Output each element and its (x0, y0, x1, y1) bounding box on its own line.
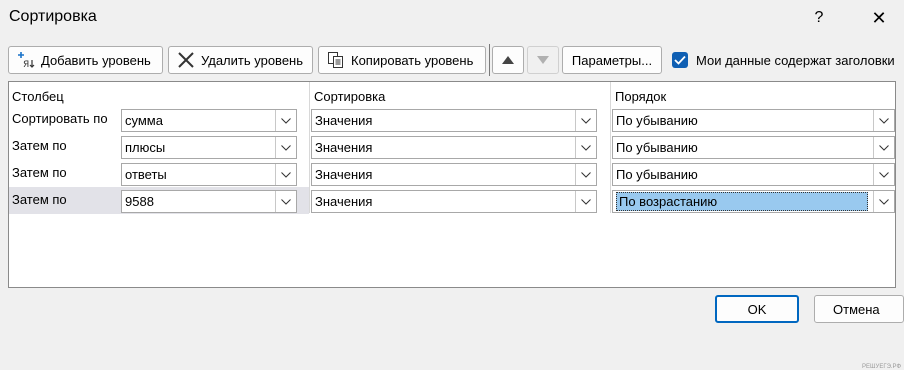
grid-divider (309, 82, 310, 213)
help-button[interactable]: ? (796, 0, 842, 36)
chevron-down-icon (275, 191, 296, 212)
order-select[interactable]: По убыванию (612, 163, 895, 186)
sort-on-select[interactable]: Значения (311, 163, 597, 186)
close-button[interactable]: ✕ (856, 0, 902, 36)
row-label: Затем по (12, 165, 67, 180)
svg-text:Я: Я (23, 60, 29, 69)
delete-level-button[interactable]: Удалить уровень (168, 46, 313, 74)
column-select-value: 9588 (125, 194, 154, 209)
column-select[interactable]: 9588 (121, 190, 297, 213)
order-select[interactable]: По убыванию (612, 136, 895, 159)
sort-on-value: Значения (315, 140, 373, 155)
arrow-up-icon (499, 51, 517, 69)
copy-level-button[interactable]: Копировать уровень (318, 46, 486, 74)
order-header: Порядок (615, 89, 667, 104)
column-select-value: плюсы (125, 140, 166, 155)
sort-on-value: Значения (315, 194, 373, 209)
move-up-button[interactable] (492, 46, 524, 74)
chevron-down-icon (575, 137, 596, 158)
sort-on-select[interactable]: Значения (311, 136, 597, 159)
headers-checkbox[interactable] (672, 52, 688, 68)
ok-button[interactable]: OK (715, 295, 799, 323)
column-select[interactable]: ответы (121, 163, 297, 186)
window-title: Сортировка (9, 8, 97, 25)
add-level-icon: Я (17, 51, 35, 69)
checkmark-icon (674, 55, 686, 65)
delete-level-label: Удалить уровень (201, 52, 304, 68)
title-bar: Сортировка ? ✕ (0, 0, 904, 36)
column-header: Столбец (12, 89, 64, 104)
chevron-down-icon (873, 137, 894, 158)
sort-on-select[interactable]: Значения (311, 109, 597, 132)
row-label: Затем по (12, 192, 67, 207)
options-button[interactable]: Параметры... (562, 46, 662, 74)
copy-level-label: Копировать уровень (351, 52, 474, 68)
watermark: РЕШУЕГЭ.РФ (862, 364, 902, 370)
sort-levels-grid: Столбец Сортировка Порядок Сортировать п… (8, 81, 901, 370)
column-select[interactable]: плюсы (121, 136, 297, 159)
chevron-down-icon (575, 164, 596, 185)
chevron-down-icon (575, 110, 596, 131)
sort-on-select[interactable]: Значения (311, 190, 597, 213)
column-select[interactable]: сумма (121, 109, 297, 132)
order-value: По убыванию (616, 140, 698, 155)
arrow-down-icon (534, 51, 552, 69)
sort-on-value: Значения (315, 167, 373, 182)
delete-icon (177, 51, 195, 69)
grid-divider (610, 82, 611, 213)
chevron-down-icon (275, 164, 296, 185)
chevron-down-icon (275, 137, 296, 158)
cancel-button[interactable]: Отмена (814, 295, 904, 323)
copy-icon (327, 51, 345, 69)
add-level-button[interactable]: Я Добавить уровень (8, 46, 163, 74)
move-down-button[interactable] (527, 46, 559, 74)
column-select-value: сумма (125, 113, 163, 128)
chevron-down-icon (873, 191, 894, 212)
column-select-value: ответы (125, 167, 167, 182)
order-select[interactable]: По убыванию (612, 109, 895, 132)
chevron-down-icon (873, 110, 894, 131)
toolbar-separator (489, 44, 490, 76)
add-level-label: Добавить уровень (41, 52, 151, 68)
chevron-down-icon (873, 164, 894, 185)
order-value: По возрастанию (616, 192, 868, 211)
sort-on-value: Значения (315, 113, 373, 128)
order-select[interactable]: По возрастанию (612, 190, 895, 213)
order-value: По убыванию (616, 113, 698, 128)
sort-header: Сортировка (314, 89, 386, 104)
headers-checkbox-label: Мои данные содержат заголовки (696, 53, 895, 68)
order-value: По убыванию (616, 167, 698, 182)
row-label: Сортировать по (12, 111, 108, 126)
chevron-down-icon (275, 110, 296, 131)
chevron-down-icon (575, 191, 596, 212)
row-label: Затем по (12, 138, 67, 153)
